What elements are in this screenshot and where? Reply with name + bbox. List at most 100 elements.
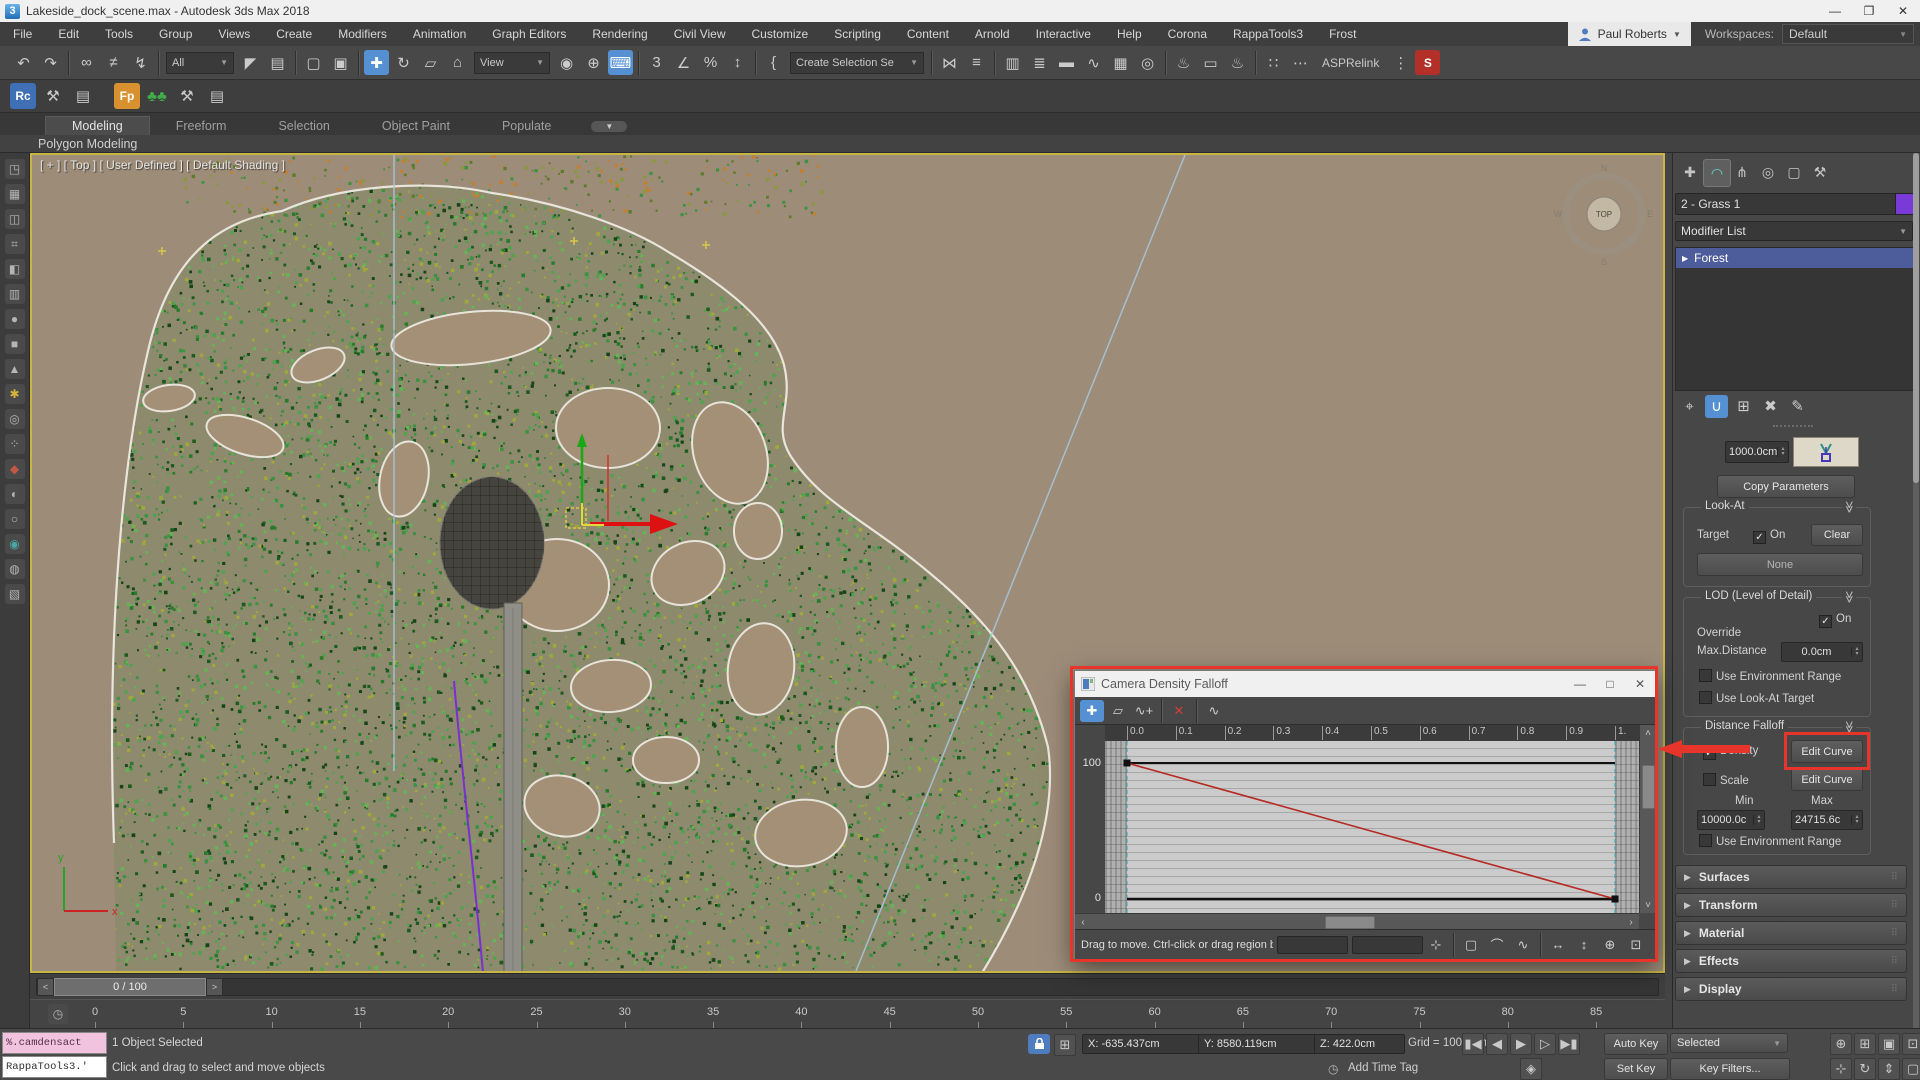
panel-scrollbar[interactable] (1913, 153, 1919, 1028)
maximize-viewport-toggle-icon[interactable]: ▢ (1902, 1058, 1920, 1080)
unlink-selection-icon[interactable]: ≠ (101, 50, 126, 75)
show-end-result-icon[interactable]: ∪ (1705, 395, 1728, 418)
scale-checkbox[interactable]: Scale (1703, 773, 1749, 787)
maximize-button[interactable]: ❐ (1852, 0, 1886, 22)
menu-customize[interactable]: Customize (739, 22, 822, 46)
dialog-title-bar[interactable]: Camera Density Falloff — □ ✕ (1075, 671, 1655, 697)
modifier-stack[interactable]: ▶ Forest (1675, 247, 1915, 391)
keyboard-shortcut-override-icon[interactable]: ⌨ (608, 50, 633, 75)
spinner-snap-icon[interactable]: ↕ (725, 50, 750, 75)
key-y-field[interactable] (1352, 936, 1423, 954)
dialog-minimize-button[interactable]: — (1565, 671, 1595, 697)
selected-set-dropdown[interactable]: Selected▼ (1670, 1033, 1788, 1053)
fit-curve-icon[interactable]: ∿ (1511, 934, 1535, 956)
menu-group[interactable]: Group (146, 22, 205, 46)
pan-view-icon[interactable]: ⊹ (1830, 1058, 1852, 1080)
select-and-move-icon[interactable]: ✚ (364, 50, 389, 75)
coordinate-z-field[interactable]: Z: 422.0cm (1314, 1034, 1405, 1054)
copy-parameters-button[interactable]: Copy Parameters (1717, 475, 1855, 498)
select-and-rotate-icon[interactable]: ↻ (391, 50, 416, 75)
menu-frost[interactable]: Frost (1316, 22, 1369, 46)
mirror-icon[interactable]: ⋈ (937, 50, 962, 75)
select-by-name-icon[interactable]: ▤ (265, 50, 290, 75)
radius-spinner[interactable]: 1000.0cm ▴▾ (1725, 441, 1789, 463)
left-tool-rows-icon[interactable]: ▥ (5, 284, 25, 304)
falloff-min-spinner[interactable]: 10000.0c▴▾ (1697, 810, 1765, 830)
left-tool-select-icon[interactable]: ◳ (5, 159, 25, 179)
menu-animation[interactable]: Animation (400, 22, 479, 46)
snaps-toggle-icon[interactable]: 3 (644, 50, 669, 75)
use-lookat-target-checkbox[interactable]: Use Look-At Target (1699, 691, 1814, 705)
curve-horizontal-scrollbar[interactable]: ‹ › (1075, 913, 1639, 930)
left-tool-box-icon[interactable]: ■ (5, 334, 25, 354)
menu-interactive[interactable]: Interactive (1023, 22, 1104, 46)
menu-file[interactable]: File (0, 22, 45, 46)
toggle-scene-explorer-icon[interactable]: ▥ (1000, 50, 1025, 75)
tab-motion[interactable]: ◎ (1755, 159, 1781, 185)
menu-tools[interactable]: Tools (92, 22, 146, 46)
material-editor-icon[interactable]: ◎ (1135, 50, 1160, 75)
minimize-button[interactable]: — (1818, 0, 1852, 22)
tab-display[interactable]: ▢ (1781, 159, 1807, 185)
zoom-extents-icon[interactable]: ▣ (1878, 1033, 1900, 1055)
rollout-material[interactable]: ▶Material⠿ (1675, 921, 1907, 945)
close-button[interactable]: ✕ (1886, 0, 1920, 22)
remove-modifier-icon[interactable]: ✖ (1759, 395, 1782, 418)
frame-horizontal-icon[interactable]: ▢ (1459, 934, 1483, 956)
tab-selection[interactable]: Selection (252, 117, 355, 135)
menu-edit[interactable]: Edit (45, 22, 92, 46)
move-keys-icon[interactable]: ✚ (1080, 700, 1104, 722)
rollout-display[interactable]: ▶Display⠿ (1675, 977, 1907, 1001)
rectangular-selection-region-icon[interactable]: ▢ (301, 50, 326, 75)
zoom-region-icon[interactable]: ⊡ (1902, 1033, 1920, 1055)
left-tool-eye-icon[interactable]: ◉ (5, 534, 25, 554)
configure-modifier-sets-icon[interactable]: ✎ (1786, 395, 1809, 418)
left-tool-scatter-icon[interactable]: ⁘ (5, 434, 25, 454)
track-dots-icon[interactable]: ⋯ (1288, 50, 1313, 75)
tab-utilities[interactable]: ⚒ (1807, 159, 1833, 185)
track-bar[interactable]: ◷ 05101520253035404550556065707580859095… (30, 999, 1665, 1029)
align-icon[interactable]: ≡ (964, 50, 989, 75)
left-tool-hash-icon[interactable]: ⌗ (5, 234, 25, 254)
maxscript-macro-line[interactable]: %.camdensact (2, 1032, 107, 1054)
reference-coordinate-dropdown[interactable]: View▼ (474, 52, 550, 74)
viewport-label[interactable]: [ + ] [ Top ] [ User Defined ] [ Default… (40, 158, 285, 172)
named-selection-sets-dropdown[interactable]: Create Selection Se▼ (790, 52, 924, 74)
curve-editor-icon[interactable]: ∿ (1081, 50, 1106, 75)
forestpack-icon[interactable]: Fp (114, 83, 140, 109)
tab-modeling[interactable]: Modeling (45, 116, 150, 135)
falloff-curve[interactable] (1105, 741, 1639, 913)
modifier-list-dropdown[interactable]: Modifier List ▼ (1675, 221, 1913, 241)
scale-edit-curve-button[interactable]: Edit Curve (1791, 768, 1863, 791)
tab-populate[interactable]: Populate (476, 117, 577, 135)
user-account-button[interactable]: Paul Roberts ▼ (1568, 22, 1691, 46)
undo-icon[interactable]: ↶ (11, 50, 36, 75)
menu-create[interactable]: Create (263, 22, 325, 46)
scroll-down-icon[interactable]: ˅ (1640, 897, 1656, 913)
pan-hand-icon[interactable]: ⊹ (1424, 934, 1448, 956)
time-slider-track[interactable]: < 0 / 100 > (36, 978, 1659, 996)
left-tool-light-icon[interactable]: ○ (5, 509, 25, 529)
left-tool-sphere-icon[interactable]: ● (5, 309, 25, 329)
menu-modifiers[interactable]: Modifiers (325, 22, 400, 46)
select-and-scale-icon[interactable]: ▱ (418, 50, 443, 75)
clear-target-button[interactable]: Clear (1811, 524, 1863, 546)
tab-modify[interactable]: ◠ (1703, 159, 1731, 187)
grid-dots-icon[interactable]: ∷ (1261, 50, 1286, 75)
select-and-place-icon[interactable]: ⌂ (445, 50, 470, 75)
key-mode-toggle-icon[interactable]: ◈ (1520, 1058, 1542, 1080)
max-distance-spinner[interactable]: 0.0cm ▴▾ (1781, 642, 1863, 662)
corona-icon[interactable]: S (1415, 50, 1440, 75)
lod-on-checkbox[interactable]: ✓On (1819, 613, 1851, 628)
use-pivot-point-center-icon[interactable]: ◉ (554, 50, 579, 75)
panel-splitter[interactable] (1773, 425, 1813, 427)
next-frame-icon[interactable]: ▷ (1534, 1033, 1556, 1055)
falloff-use-env-range-checkbox[interactable]: Use Environment Range (1699, 834, 1841, 848)
falloff-max-spinner[interactable]: 24715.6c▴▾ (1791, 810, 1863, 830)
tab-freeform[interactable]: Freeform (150, 117, 253, 135)
curve-plot-area[interactable] (1105, 741, 1639, 913)
zoom-all-icon[interactable]: ⊞ (1854, 1033, 1876, 1055)
toggle-layer-explorer-icon[interactable]: ≣ (1027, 50, 1052, 75)
pin-stack-icon[interactable]: ⌖ (1678, 395, 1701, 418)
bind-to-space-warp-icon[interactable]: ↯ (128, 50, 153, 75)
